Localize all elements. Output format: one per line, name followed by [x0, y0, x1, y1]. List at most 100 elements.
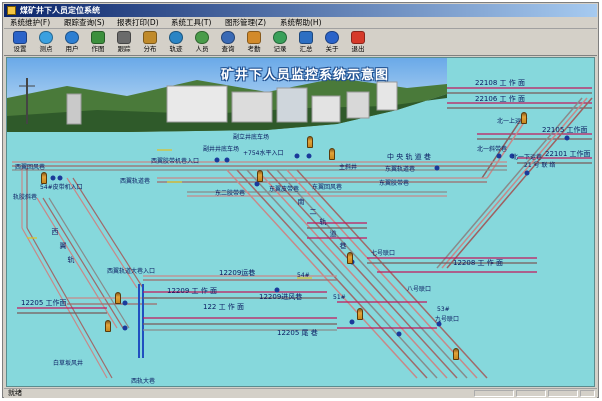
app-window: 煤矿井下人员定位系统 系统维护(F) 跟踪查询(S) 报表打印(D) 系统工具(… — [2, 2, 599, 398]
tracking-button[interactable]: 跟踪 — [112, 30, 136, 54]
map-label: 12209运巷 — [219, 269, 256, 277]
power-icon — [351, 31, 365, 44]
map-label: 22101 工作面 — [545, 150, 591, 158]
miner-marker[interactable] — [347, 252, 353, 264]
map-label: 54# — [297, 272, 310, 279]
map-label: 北一下运巷 — [512, 154, 543, 161]
grid-icon — [143, 31, 157, 44]
map-label: 53# — [437, 306, 450, 313]
tracking-icon — [117, 31, 131, 44]
menu-graphics-management[interactable]: 图形管理(Z) — [225, 17, 266, 28]
map-label: +754水平入口 — [243, 150, 284, 157]
lower-workfaces — [143, 275, 437, 331]
menu-system-help[interactable]: 系统帮助(H) — [280, 17, 322, 28]
road-name-char: 西 — [51, 228, 59, 237]
globe-icon — [169, 31, 183, 44]
map-label: 12205 工作面 — [21, 299, 67, 307]
toolbar: 设置 测点 用户 作图 跟踪 分布 轨迹 人员 查询 考勤 记录 汇总 关于 退… — [4, 29, 597, 56]
banner-title: 矿井下人员监控系统示意图 — [221, 68, 390, 83]
map-label: 八号联口 — [407, 286, 432, 293]
blue-shaft — [138, 284, 144, 358]
map-label: 12209进风巷 — [259, 293, 303, 301]
map-label: 东翼回风巷 — [312, 184, 343, 191]
map-label: 副立井底车场 — [233, 134, 270, 141]
miner-marker[interactable] — [307, 136, 313, 148]
road-name-char: 道 — [329, 230, 337, 239]
menu-bar: 系统维护(F) 跟踪查询(S) 报表打印(D) 系统工具(T) 图形管理(Z) … — [4, 17, 597, 29]
map-label: 12208 工 作 面 — [453, 259, 503, 267]
miner-marker[interactable] — [105, 320, 111, 332]
status-cell — [580, 390, 595, 397]
map-label: 东翼皮带巷 — [269, 186, 300, 193]
record-icon — [273, 31, 287, 44]
search-people-icon — [221, 31, 235, 44]
distribution-button[interactable]: 分布 — [138, 30, 162, 54]
map-label: 西翼回风巷 — [15, 164, 46, 171]
map-label: 122 工 作 面 — [203, 303, 245, 311]
attendance-icon — [247, 31, 261, 44]
miner-marker[interactable] — [115, 292, 121, 304]
query-button[interactable]: 查询 — [216, 30, 240, 54]
miner-marker[interactable] — [453, 348, 459, 360]
road-name-char: 轨 — [67, 256, 75, 265]
map-label: 东二胶带巷 — [215, 190, 246, 197]
map-label: 主斜井 — [339, 164, 358, 171]
map-label: 西轨大巷 — [131, 378, 156, 385]
south-track-roadway — [226, 169, 488, 379]
app-icon — [7, 6, 16, 15]
map-label: 副井井底车场 — [203, 146, 240, 153]
attendance-button[interactable]: 考勤 — [242, 30, 266, 54]
map-label: 白草坂风井 — [53, 360, 84, 367]
road-name-char: 二 — [309, 208, 317, 217]
records-button[interactable]: 记录 — [268, 30, 292, 54]
miner-marker[interactable] — [41, 172, 47, 184]
menu-system-tools[interactable]: 系统工具(T) — [171, 17, 211, 28]
mine-map-canvas: 矿井下人员监控系统示意图 22108 工 作 面 22106 工 作 面 221… — [6, 57, 595, 387]
exit-button[interactable]: 退出 — [346, 30, 370, 54]
map-label: 轨胶斜巷 — [13, 194, 38, 201]
map-label: 22108 工 作 面 — [475, 79, 525, 87]
status-cell — [548, 390, 578, 397]
personnel-button[interactable]: 人员 — [190, 30, 214, 54]
map-label: 22106 工 作 面 — [475, 95, 525, 103]
settings-button[interactable]: 设置 — [8, 30, 32, 54]
summary-button[interactable]: 汇总 — [294, 30, 318, 54]
map-label: 22105 工作面 — [542, 126, 588, 134]
globe-icon — [39, 31, 53, 44]
measure-points-button[interactable]: 测点 — [34, 30, 58, 54]
map-label: 七号联口 — [371, 250, 396, 257]
trajectory-button[interactable]: 轨迹 — [164, 30, 188, 54]
map-label: 西翼胶带机巷入口 — [151, 158, 200, 165]
road-name-char: 巷 — [339, 242, 347, 251]
map-label: 西翼轨道巷 — [120, 178, 151, 185]
miner-marker[interactable] — [329, 148, 335, 160]
status-cell — [516, 390, 546, 397]
miner-marker[interactable] — [521, 112, 527, 124]
picture-icon — [91, 31, 105, 44]
menu-tracking-query[interactable]: 跟踪查询(S) — [64, 17, 105, 28]
map-label: 东翼轨道巷 — [385, 166, 416, 173]
status-bar: 就绪 — [4, 388, 597, 398]
menu-report-print[interactable]: 报表打印(D) — [117, 17, 159, 28]
title-bar: 煤矿井下人员定位系统 — [4, 4, 597, 17]
miner-marker[interactable] — [357, 308, 363, 320]
map-label: 12205 尾 巷 — [277, 329, 318, 337]
users-icon — [65, 31, 79, 44]
windows-logo-icon — [13, 31, 27, 44]
window-title: 煤矿井下人员定位系统 — [20, 6, 100, 15]
map-label: 51# — [333, 294, 346, 301]
status-cell — [474, 390, 514, 397]
about-button[interactable]: 关于 — [320, 30, 344, 54]
road-name-char: 翼 — [59, 242, 67, 251]
draw-button[interactable]: 作图 — [86, 30, 110, 54]
map-label: 12209 工 作 面 — [167, 287, 217, 295]
users-button[interactable]: 用户 — [60, 30, 84, 54]
menu-system-maintenance[interactable]: 系统维护(F) — [10, 17, 50, 28]
miner-marker[interactable] — [257, 170, 263, 182]
map-label: 中 央 轨 道 巷 — [387, 153, 431, 161]
road-name-char: 轨 — [319, 218, 327, 227]
map-label: 北一斜带巷 — [477, 146, 508, 153]
map-label: 东翼胶带巷 — [379, 180, 410, 187]
person-icon — [195, 31, 209, 44]
map-label: 54#皮带机入口 — [40, 184, 83, 191]
